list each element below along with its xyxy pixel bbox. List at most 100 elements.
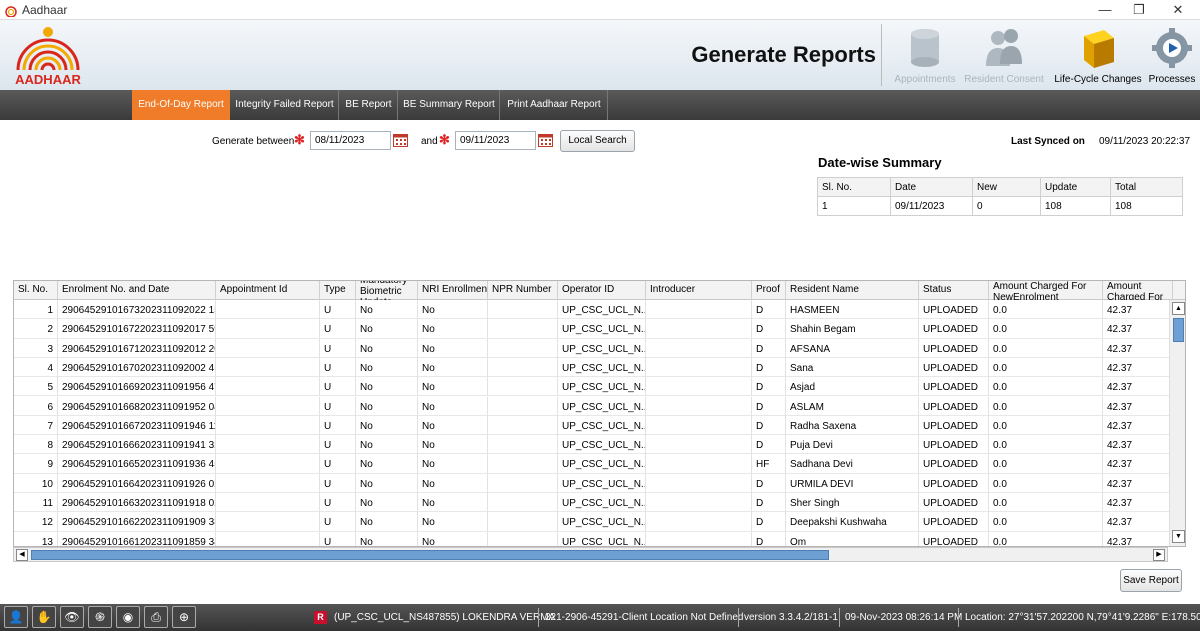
user-icon[interactable]: 👤	[4, 606, 28, 628]
grid-col-appointment-id[interactable]: Appointment Id	[216, 281, 320, 300]
grid-cell-nri-enrollment: No	[418, 454, 488, 474]
iris-icon[interactable]: ◉	[116, 606, 140, 628]
hand-icon[interactable]: ✋	[32, 606, 56, 628]
grid-cell-npr-number	[488, 377, 558, 397]
calendar-icon[interactable]	[538, 133, 553, 147]
table-row[interactable]: 10 29064529101664202311091926 02 U No No UP_C…	[14, 473, 1173, 493]
grid-col-slno[interactable]: Sl. No.	[14, 281, 58, 300]
grid-cell-resident-name: Om	[786, 531, 919, 546]
from-date-input[interactable]	[310, 131, 391, 150]
calendar-icon[interactable]	[393, 133, 408, 147]
close-button[interactable]: ✕	[1160, 0, 1196, 20]
scroll-down-arrow[interactable]: ▼	[1172, 530, 1185, 543]
station-info: 221-2906-45291-Client Location Not Defin…	[545, 612, 744, 623]
required-marker: ✻	[439, 132, 450, 147]
save-report-button[interactable]: Save Report	[1120, 569, 1182, 592]
grid-cell-proof: D	[752, 377, 786, 397]
to-date-input[interactable]	[455, 131, 536, 150]
fingerprint-icon[interactable]: ֍	[88, 606, 112, 628]
grid-cell-amount-update: 42.37	[1103, 473, 1173, 493]
processes-button[interactable]: Processes	[1146, 24, 1198, 86]
grid-col-status[interactable]: Status	[919, 281, 989, 300]
horizontal-scrollbar[interactable]: ◀ ▶	[13, 547, 1168, 562]
grid-cell-enrolment-no: 29064529101663202311091918 02	[58, 493, 216, 512]
grid-col-amount-update[interactable]: Amount Charged For UpdateEnrolment	[1103, 281, 1173, 300]
grid-col-operator-id[interactable]: Operator ID	[558, 281, 646, 300]
table-row[interactable]: 11 29064529101663202311091918 02 U No No UP_C…	[14, 493, 1173, 513]
table-row[interactable]: 6 29064529101668202311091952 04 U No No UP_CS…	[14, 396, 1173, 416]
grid-col-amount-new[interactable]: Amount Charged For NewEnrolment	[989, 281, 1103, 300]
grid-cell-type: U	[320, 435, 356, 455]
grid-cell-mandatory-biometric: No	[356, 531, 418, 546]
table-row[interactable]: 7 29064529101667202311091946 11 U No No UP_CS…	[14, 415, 1173, 436]
and-label: and	[421, 136, 438, 147]
grid-cell-nri-enrollment: No	[418, 319, 488, 339]
printer-icon[interactable]: ⎙	[144, 606, 168, 628]
local-search-button[interactable]: Local Search	[560, 130, 635, 152]
maximize-button[interactable]: ❐	[1121, 0, 1157, 20]
summary-cell: 0	[972, 196, 1041, 216]
scroll-right-arrow[interactable]: ▶	[1153, 549, 1165, 561]
grid-cell-type: U	[320, 338, 356, 358]
appointments-button[interactable]: Appointments	[890, 24, 960, 86]
summary-row[interactable]: 1 09/11/2023 0 108 108	[817, 196, 1183, 216]
grid-cell-amount-update: 42.37	[1103, 300, 1173, 319]
table-row[interactable]: 12 29064529101662202311091909 38 U No No UP_C…	[14, 512, 1173, 532]
grid-cell-appointment-id	[216, 493, 320, 512]
status-separator	[839, 608, 840, 627]
summary-title: Date-wise Summary	[818, 155, 942, 170]
generate-between-label: Generate between	[212, 136, 295, 147]
grid-col-type[interactable]: Type	[320, 281, 356, 300]
grid-cell-npr-number	[488, 415, 558, 435]
table-row[interactable]: 9 29064529101665202311091936 45 U No No UP_CS…	[14, 454, 1173, 474]
summary-col-new: New	[972, 177, 1041, 197]
grid-cell-amount-new: 0.0	[989, 473, 1103, 493]
grid-col-enrolment-no[interactable]: Enrolment No. and Date	[58, 281, 216, 300]
table-row[interactable]: 2 29064529101672202311092017 59 U No No UP_CS…	[14, 319, 1173, 339]
resident-consent-button[interactable]: Resident Consent	[962, 24, 1046, 86]
grid-cell-slno: 11	[14, 493, 58, 512]
eye-icon[interactable]: 👁	[60, 606, 84, 628]
life-cycle-changes-button[interactable]: Life-Cycle Changes	[1052, 24, 1144, 86]
grid-cell-resident-name: Sana	[786, 357, 919, 377]
grid-cell-resident-name: Deepakshi Kushwaha	[786, 512, 919, 532]
table-row[interactable]: 13 29064529101661202311091859 34 U No No UP_C…	[14, 531, 1173, 546]
enrolment-grid[interactable]: Sl. No. Enrolment No. and Date Appointment…	[13, 280, 1186, 547]
grid-cell-enrolment-no: 29064529101672202311092017 59	[58, 319, 216, 339]
grid-cell-operator-id: UP_CSC_UCL_N...	[558, 493, 646, 512]
vertical-scrollbar[interactable]: ▲ ▼	[1169, 300, 1185, 546]
grid-col-nri-enrollment[interactable]: NRI Enrollment	[418, 281, 488, 300]
scroll-up-arrow[interactable]: ▲	[1172, 302, 1185, 315]
table-row[interactable]: 5 29064529101669202311091956 47 U No No UP_CS…	[14, 377, 1173, 397]
grid-cell-nri-enrollment: No	[418, 531, 488, 546]
tab-end-of-day-report[interactable]: End-Of-Day Report	[132, 90, 230, 120]
grid-col-npr-number[interactable]: NPR Number	[488, 281, 558, 300]
grid-col-mandatory-biometric[interactable]: Mandatory Biometric Update	[356, 281, 418, 300]
table-row[interactable]: 3 29064529101671202311092012 20 U No No UP_CS…	[14, 338, 1173, 358]
grid-cell-appointment-id	[216, 435, 320, 455]
grid-col-introducer[interactable]: Introducer	[646, 281, 752, 300]
tab-print-aadhaar-report[interactable]: Print Aadhaar Report	[501, 90, 608, 120]
grid-cell-introducer	[646, 512, 752, 532]
grid-cell-appointment-id	[216, 454, 320, 474]
grid-col-resident-name[interactable]: Resident Name	[786, 281, 919, 300]
minimize-button[interactable]: —	[1087, 0, 1123, 20]
grid-cell-status: UPLOADED	[919, 531, 989, 546]
grid-cell-mandatory-biometric: No	[356, 377, 418, 397]
globe-icon[interactable]: ⊕	[172, 606, 196, 628]
tab-integrity-failed-report[interactable]: Integrity Failed Report	[231, 90, 339, 120]
grid-cell-appointment-id	[216, 512, 320, 532]
table-row[interactable]: 4 29064529101670202311092002 41 U No No UP_CS…	[14, 357, 1173, 378]
last-synced-label: Last Synced on	[1011, 136, 1085, 147]
table-row[interactable]: 8 29064529101666202311091941 32 U No No UP_CS…	[14, 435, 1173, 455]
grid-cell-nri-enrollment: No	[418, 396, 488, 416]
scroll-left-arrow[interactable]: ◀	[16, 549, 28, 561]
grid-cell-type: U	[320, 415, 356, 435]
summary-cell: 108	[1110, 196, 1183, 216]
tab-be-report[interactable]: BE Report	[340, 90, 398, 120]
horizontal-scroll-thumb[interactable]	[31, 550, 829, 560]
table-row[interactable]: 1 29064529101673202311092022 15 U No No UP_CS…	[14, 300, 1173, 320]
grid-col-proof[interactable]: Proof	[752, 281, 786, 300]
vertical-scroll-thumb[interactable]	[1173, 318, 1184, 342]
tab-be-summary-report[interactable]: BE Summary Report	[399, 90, 500, 120]
